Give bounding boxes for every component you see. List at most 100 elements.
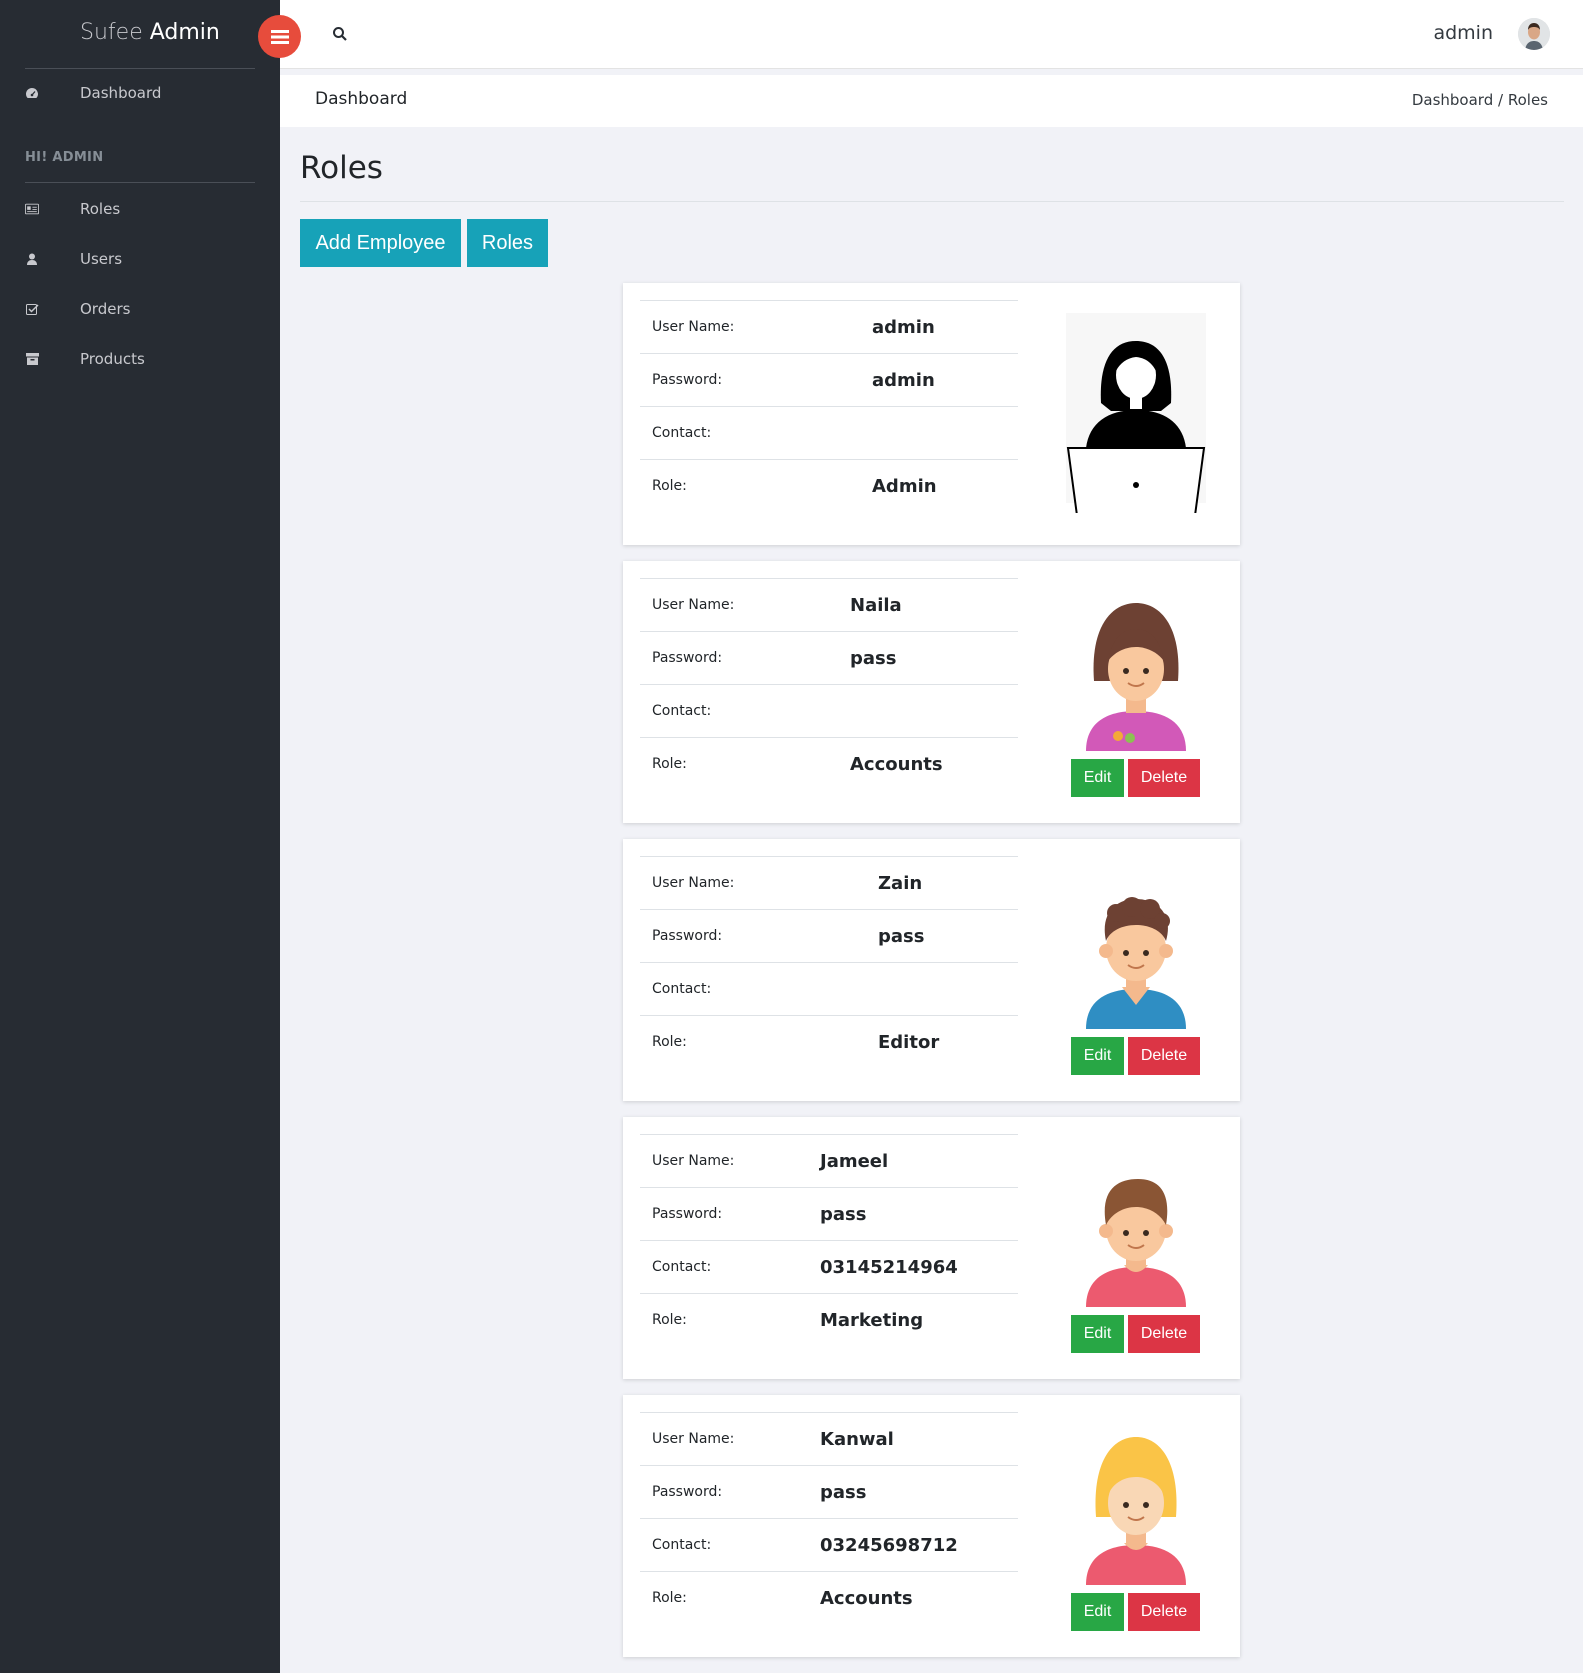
password-label: Password: — [652, 650, 723, 666]
check-square-icon — [25, 302, 39, 316]
role-value: Admin — [872, 475, 937, 497]
sidebar-item-dashboard[interactable]: Dashboard — [0, 73, 280, 113]
menu-toggle-button[interactable] — [258, 15, 301, 58]
password-value: pass — [850, 647, 897, 669]
delete-button[interactable]: Delete — [1128, 1593, 1200, 1631]
sidebar-divider — [25, 182, 255, 183]
contact-label: Contact: — [652, 703, 712, 719]
menu-icon — [270, 29, 289, 44]
girl-brown-hair-icon — [1056, 591, 1216, 751]
employee-card: User Name: Kanwal Password: pass Contact… — [623, 1395, 1240, 1657]
breadcrumb-separator: / — [1498, 91, 1504, 109]
employee-details: User Name: Jameel Password: pass Contact… — [640, 1134, 1018, 1346]
boy-red-shirt-icon — [1056, 1147, 1216, 1307]
delete-button[interactable]: Delete — [1128, 1315, 1200, 1353]
role-value: Editor — [878, 1031, 940, 1053]
username-label: User Name: — [652, 1153, 735, 1169]
employee-details: User Name: admin Password: admin Contact… — [640, 300, 1018, 512]
sidebar-divider — [25, 68, 255, 69]
username-value: Zain — [878, 872, 923, 894]
username-value: Jameel — [820, 1150, 889, 1172]
username-value: Kanwal — [820, 1428, 894, 1450]
edit-button[interactable]: Edit — [1071, 759, 1124, 797]
username-value: admin — [872, 316, 935, 338]
password-label: Password: — [652, 1206, 723, 1222]
brand-bold-text: Admin — [149, 20, 220, 45]
password-row: Password: admin — [640, 353, 1018, 406]
title-divider — [300, 201, 1564, 202]
edit-button[interactable]: Edit — [1071, 1037, 1124, 1075]
role-value: Accounts — [850, 753, 943, 775]
brand-light-text: Sufee — [80, 20, 143, 45]
employee-details: User Name: Kanwal Password: pass Contact… — [640, 1412, 1018, 1624]
sidebar-item-label: Users — [80, 250, 123, 268]
sidebar: Sufee Admin Dashboard HI! ADMIN Roles Us… — [0, 0, 280, 1673]
edit-button[interactable]: Edit — [1071, 1315, 1124, 1353]
delete-button[interactable]: Delete — [1128, 759, 1200, 797]
role-row: Role: Marketing — [640, 1293, 1018, 1346]
roles-button[interactable]: Roles — [467, 219, 548, 267]
boy-curly-hair-icon — [1056, 869, 1216, 1029]
username-row: User Name: Naila — [640, 578, 1018, 631]
username-row: User Name: admin — [640, 300, 1018, 353]
employee-details: User Name: Naila Password: pass Contact:… — [640, 578, 1018, 790]
role-label: Role: — [652, 1590, 687, 1606]
role-row: Role: Editor — [640, 1015, 1018, 1068]
contact-label: Contact: — [652, 1259, 712, 1275]
user-icon — [25, 252, 39, 266]
breadcrumb-link-dashboard[interactable]: Dashboard — [1412, 91, 1493, 109]
sidebar-item-label: Products — [80, 350, 145, 368]
delete-button[interactable]: Delete — [1128, 1037, 1200, 1075]
role-label: Role: — [652, 1312, 687, 1328]
password-row: Password: pass — [640, 909, 1018, 962]
username-row: User Name: Kanwal — [640, 1412, 1018, 1465]
breadcrumb: Dashboard / Roles — [1412, 91, 1548, 109]
user-name[interactable]: admin — [1433, 22, 1493, 44]
breadcrumb-bar: Dashboard Dashboard / Roles — [280, 75, 1583, 127]
password-row: Password: pass — [640, 1187, 1018, 1240]
contact-label: Contact: — [652, 981, 712, 997]
role-value: Accounts — [820, 1587, 913, 1609]
password-row: Password: pass — [640, 631, 1018, 684]
brand-logo[interactable]: Sufee Admin — [80, 20, 220, 45]
archive-icon — [25, 352, 39, 366]
sidebar-item-roles[interactable]: Roles — [0, 189, 280, 229]
contact-row: Contact: 03145214964 — [640, 1240, 1018, 1293]
contact-row: Contact: — [640, 962, 1018, 1015]
employee-details: User Name: Zain Password: pass Contact: … — [640, 856, 1018, 1068]
sidebar-item-orders[interactable]: Orders — [0, 289, 280, 329]
woman-laptop-icon — [1056, 313, 1216, 524]
role-label: Role: — [652, 1034, 687, 1050]
contact-row: Contact: 03245698712 — [640, 1518, 1018, 1571]
username-label: User Name: — [652, 1431, 735, 1447]
role-value: Marketing — [820, 1309, 924, 1331]
sidebar-item-label: Dashboard — [80, 84, 162, 102]
employee-card: User Name: Jameel Password: pass Contact… — [623, 1117, 1240, 1379]
contact-label: Contact: — [652, 1537, 712, 1553]
sidebar-item-products[interactable]: Products — [0, 339, 280, 379]
role-row: Role: Accounts — [640, 1571, 1018, 1624]
contact-row: Contact: — [640, 684, 1018, 737]
girl-blonde-hair-icon — [1056, 1425, 1216, 1585]
username-row: User Name: Zain — [640, 856, 1018, 909]
password-label: Password: — [652, 1484, 723, 1500]
password-row: Password: pass — [640, 1465, 1018, 1518]
user-avatar[interactable] — [1518, 18, 1550, 50]
password-value: pass — [820, 1203, 867, 1225]
contact-row: Contact: — [640, 406, 1018, 459]
sidebar-item-users[interactable]: Users — [0, 239, 280, 279]
role-row: Role: Admin — [640, 459, 1018, 512]
role-row: Role: Accounts — [640, 737, 1018, 790]
employee-card: User Name: Naila Password: pass Contact:… — [623, 561, 1240, 823]
password-label: Password: — [652, 928, 723, 944]
username-label: User Name: — [652, 875, 735, 891]
contact-value: 03145214964 — [820, 1256, 958, 1278]
contact-value: 03245698712 — [820, 1534, 958, 1556]
edit-button[interactable]: Edit — [1071, 1593, 1124, 1631]
add-employee-button[interactable]: Add Employee — [300, 219, 461, 267]
search-icon[interactable] — [332, 26, 350, 44]
breadcrumb-current: Roles — [1507, 91, 1548, 109]
id-card-icon — [25, 202, 39, 216]
page-title: Roles — [300, 150, 383, 186]
password-value: admin — [872, 369, 935, 391]
